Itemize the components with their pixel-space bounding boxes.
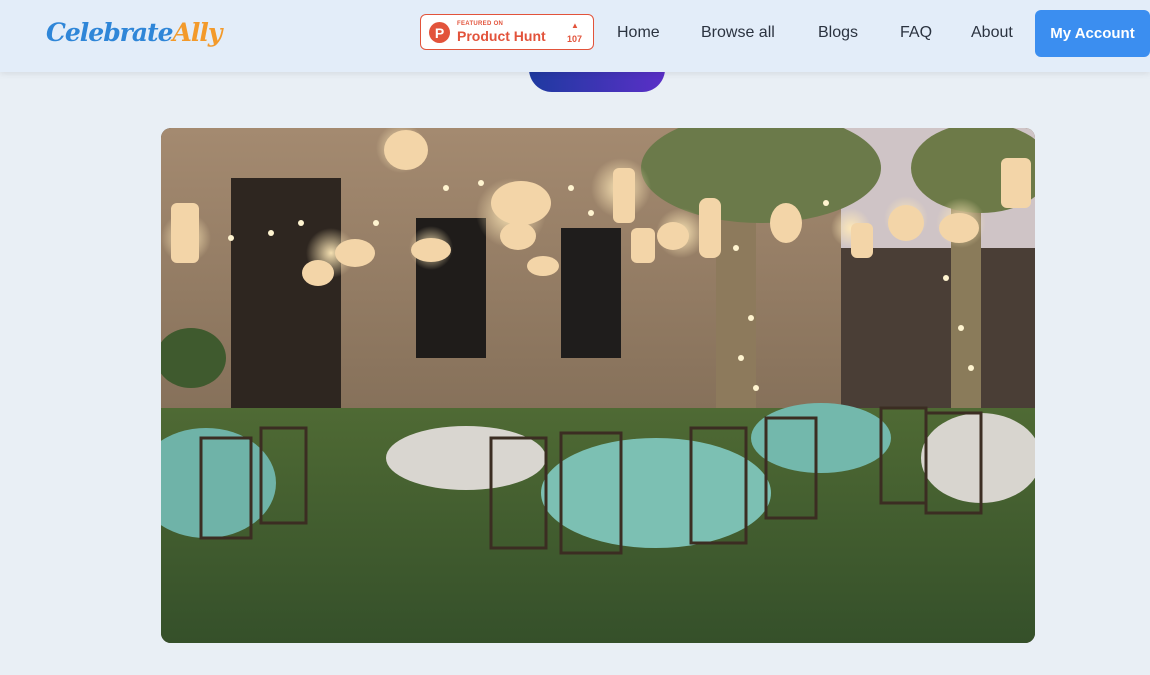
logo[interactable]: CelebrateAlly — [46, 18, 223, 47]
upvote-arrow-icon: ▲ — [571, 21, 579, 30]
site-header: CelebrateAlly P FEATURED ON Product Hunt… — [0, 0, 1150, 72]
nav-blogs[interactable]: Blogs — [818, 24, 858, 42]
product-hunt-icon: P — [429, 22, 450, 43]
product-hunt-badge[interactable]: P FEATURED ON Product Hunt ▲ 107 — [420, 14, 594, 50]
product-hunt-name: Product Hunt — [457, 28, 546, 44]
my-account-button[interactable]: My Account — [1035, 10, 1150, 57]
nav-home[interactable]: Home — [617, 24, 660, 42]
product-hunt-featured-label: FEATURED ON — [457, 21, 504, 27]
logo-part-celebrate: Celebrate — [46, 18, 174, 47]
nav-faq[interactable]: FAQ — [900, 24, 932, 42]
nav-browse-all[interactable]: Browse all — [701, 24, 775, 42]
wedding-venue-photo — [161, 128, 1035, 643]
logo-part-ally: Ally — [172, 18, 223, 47]
product-hunt-upvote-count: 107 — [567, 34, 583, 44]
nav-about[interactable]: About — [971, 24, 1013, 42]
